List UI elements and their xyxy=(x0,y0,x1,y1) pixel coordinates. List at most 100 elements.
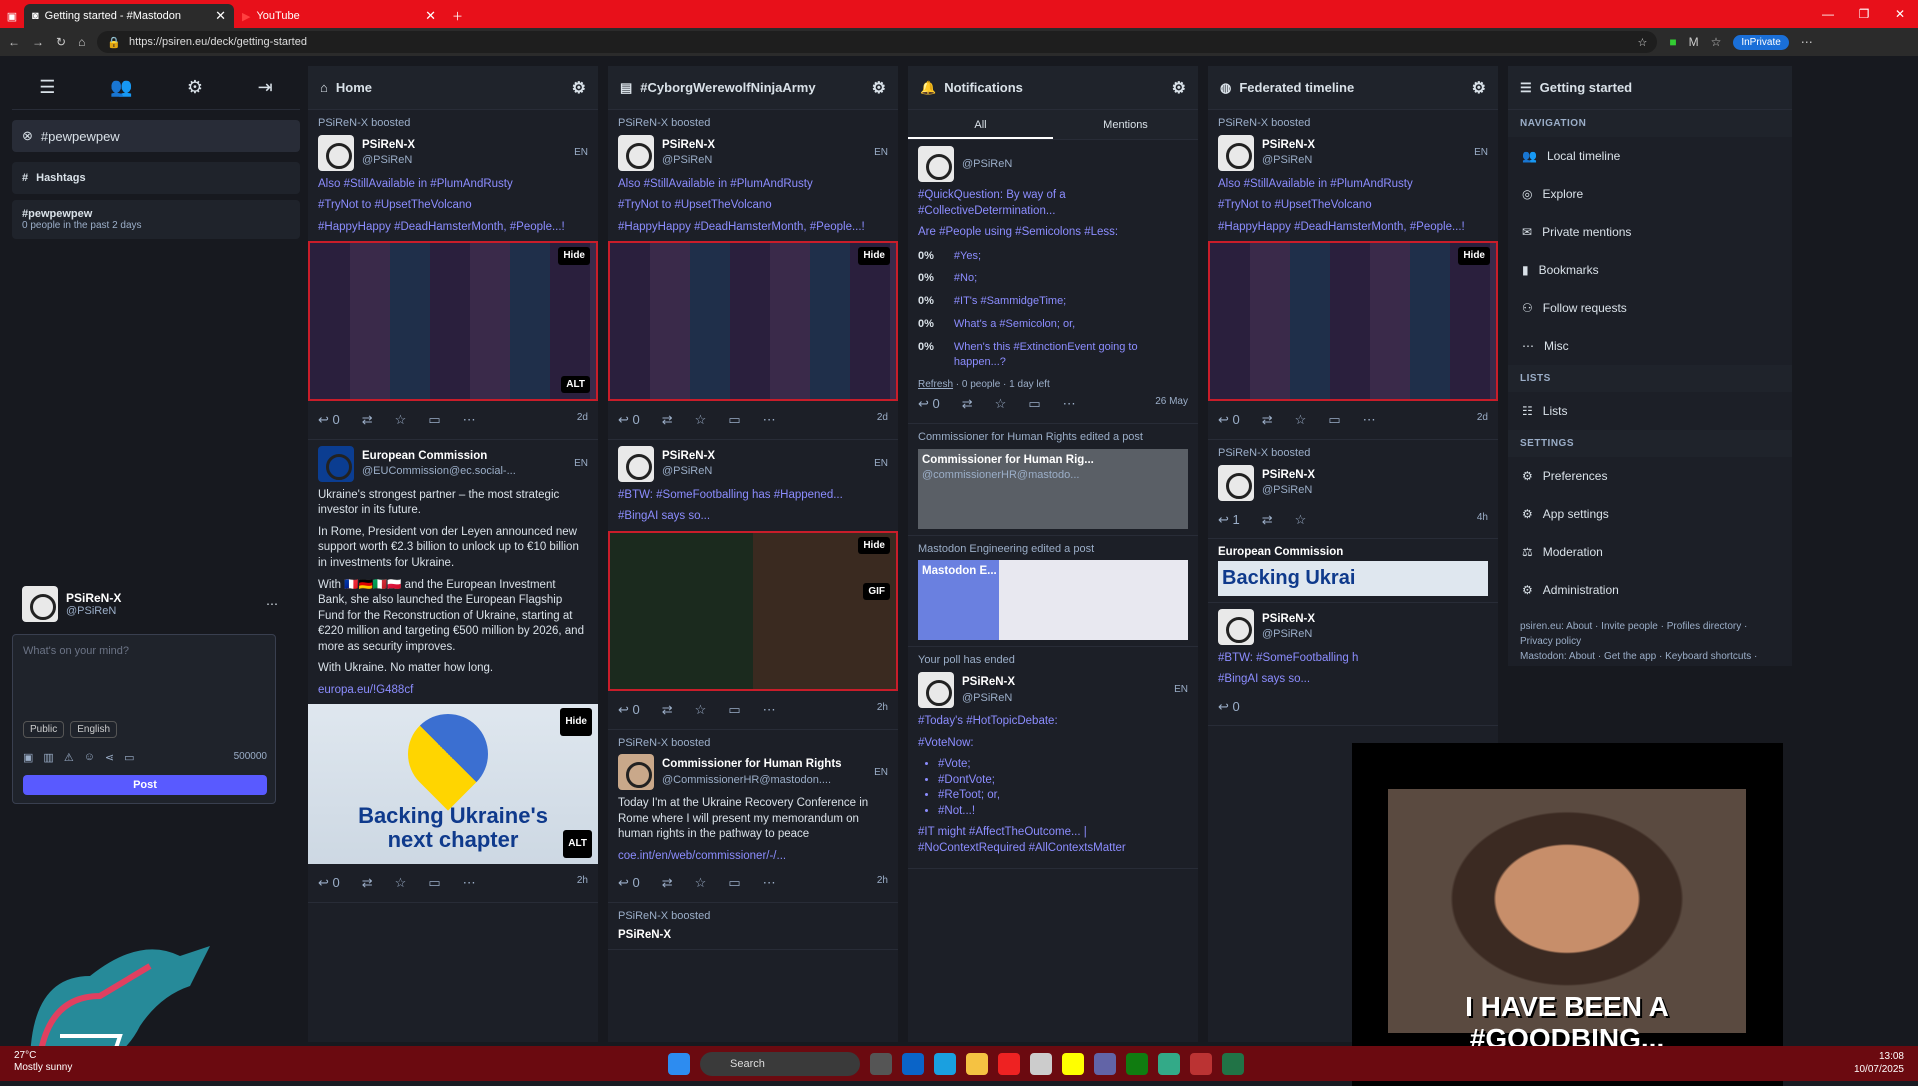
favourite-icon[interactable]: ☆ xyxy=(695,874,707,892)
bookmark-icon[interactable]: ▭ xyxy=(1028,395,1040,413)
clock[interactable]: 13:08 10/07/2025 xyxy=(1854,1050,1904,1076)
avatar[interactable] xyxy=(1218,608,1254,645)
boost-icon[interactable]: ⇄ xyxy=(662,701,673,719)
post-button[interactable]: Post xyxy=(23,775,267,795)
media-gallery[interactable]: Hide ALT xyxy=(308,241,598,402)
home-icon[interactable]: ⌂ xyxy=(78,35,85,49)
boost-icon[interactable]: ⇄ xyxy=(362,874,373,892)
column-header[interactable]: ◍ Federated timeline ⚙ xyxy=(1208,66,1498,110)
display-name[interactable]: PSiReN-X xyxy=(362,138,415,154)
app-icon[interactable] xyxy=(1062,1053,1084,1075)
display-name[interactable]: PSiReN-X xyxy=(662,138,715,154)
reply-icon[interactable]: ↩ 0 xyxy=(618,874,640,892)
media-gallery[interactable]: Hide xyxy=(608,241,898,402)
app-icon[interactable] xyxy=(1190,1053,1212,1075)
timestamp[interactable]: 26 May xyxy=(1155,395,1188,413)
bookmark-icon[interactable]: ▭ xyxy=(428,874,440,892)
language-button[interactable]: English xyxy=(70,721,118,738)
clear-icon[interactable]: ⊗ xyxy=(22,128,33,144)
column-settings-icon[interactable]: ⚙ xyxy=(1172,78,1186,98)
timestamp[interactable]: 2h xyxy=(877,701,888,719)
alt-badge[interactable]: ALT xyxy=(561,375,590,394)
weather-widget[interactable]: 27°C Mostly sunny xyxy=(14,1050,72,1074)
reply-icon[interactable]: ↩ 0 xyxy=(1218,698,1240,716)
avatar[interactable] xyxy=(918,672,954,709)
extension-icon[interactable]: M xyxy=(1689,35,1699,49)
browser-tab[interactable]: ▶ YouTube ✕ xyxy=(234,4,444,28)
status[interactable]: PSiReN-X boosted PSiReN-X xyxy=(608,903,898,951)
alt-badge[interactable]: ALT xyxy=(563,830,592,859)
display-name[interactable]: PSiReN-X xyxy=(1262,468,1315,484)
new-tab-icon[interactable]: ＋ xyxy=(444,4,468,28)
status[interactable]: PSiReN-X boosted PSiReN-X @PSiReN EN Also… xyxy=(308,110,598,440)
menu-item-app-settings[interactable]: ⚙ App settings xyxy=(1508,495,1792,533)
menu-item-local-timeline[interactable]: 👥 Local timeline xyxy=(1508,137,1792,175)
poll-icon[interactable]: ▥ xyxy=(43,751,53,764)
hide-button[interactable]: Hide xyxy=(558,247,590,265)
status-link[interactable]: europa.eu/!G488cf xyxy=(318,683,588,699)
excel-icon[interactable] xyxy=(1222,1053,1244,1075)
reply-icon[interactable]: ↩ 0 xyxy=(1218,411,1240,429)
bookmark-icon[interactable]: ▭ xyxy=(1328,411,1340,429)
task-view-icon[interactable] xyxy=(870,1053,892,1075)
more-icon[interactable]: ⋯ xyxy=(1801,35,1813,49)
timestamp[interactable]: 2h xyxy=(877,874,888,892)
boost-icon[interactable]: ⇄ xyxy=(1262,411,1273,429)
inprivate-badge[interactable]: InPrivate xyxy=(1733,34,1789,50)
display-name[interactable]: PSiReN-X xyxy=(618,928,888,944)
display-name[interactable]: PSiReN-X xyxy=(662,449,715,465)
visibility-button[interactable]: Public xyxy=(23,721,65,738)
display-name[interactable]: PSiReN-X xyxy=(1262,612,1315,628)
menu-item-follow-requests[interactable]: ⚇ Follow requests xyxy=(1508,289,1792,327)
more-icon[interactable]: ⋯ xyxy=(763,701,776,719)
taskbar-search[interactable]: Search xyxy=(700,1052,860,1076)
compose-textarea[interactable]: What's on your mind? Public English ▣ ▥ … xyxy=(12,634,276,804)
browser-menu-icon[interactable]: ▣ xyxy=(0,4,24,28)
more-icon[interactable]: ⋯ xyxy=(1063,395,1076,413)
file-explorer-icon[interactable] xyxy=(966,1053,988,1075)
display-name[interactable]: Commissioner for Human Rights xyxy=(662,757,842,773)
favorite-star-icon[interactable]: ☆ xyxy=(1637,36,1647,49)
favourite-icon[interactable]: ☆ xyxy=(395,411,407,429)
timestamp[interactable]: 2d xyxy=(577,411,588,429)
avatar[interactable] xyxy=(618,445,654,482)
menu-item-bookmarks[interactable]: ▮ Bookmarks xyxy=(1508,251,1792,289)
reply-icon[interactable]: ↩ 0 xyxy=(918,395,940,413)
edge-icon[interactable] xyxy=(934,1053,956,1075)
avatar[interactable] xyxy=(1218,464,1254,501)
status[interactable]: PSiReN-X boosted PSiReN-X @PSiReN EN Also… xyxy=(1208,110,1498,440)
hide-button[interactable]: Hide xyxy=(560,708,592,737)
refresh-link[interactable]: Refresh xyxy=(918,379,953,390)
settings-icon[interactable]: ⚙ xyxy=(187,77,203,98)
more-icon[interactable]: ⋯ xyxy=(463,874,476,892)
favourite-icon[interactable]: ☆ xyxy=(1295,511,1307,529)
media-gallery[interactable]: Hide GIF xyxy=(608,530,898,691)
status[interactable]: PSiReN-X @PSiReN #BTW: #SomeFootballing h… xyxy=(1208,603,1498,727)
menu-item-moderation[interactable]: ⚖ Moderation xyxy=(1508,533,1792,571)
image-icon[interactable]: ▣ xyxy=(23,751,33,764)
timestamp[interactable]: 2d xyxy=(1477,411,1488,429)
favourite-icon[interactable]: ☆ xyxy=(695,701,707,719)
column-header[interactable]: ☰ Getting started xyxy=(1508,66,1792,110)
app-icon[interactable] xyxy=(998,1053,1020,1075)
more-icon[interactable]: ⋯ xyxy=(763,874,776,892)
outlook-icon[interactable] xyxy=(902,1053,924,1075)
hide-button[interactable]: Hide xyxy=(858,247,890,265)
display-name[interactable]: European Commission xyxy=(1218,545,1488,561)
refresh-icon[interactable]: ↻ xyxy=(56,35,66,49)
display-name[interactable]: PSiReN-X xyxy=(962,675,1015,691)
reply-icon[interactable]: ↩ 0 xyxy=(318,411,340,429)
status[interactable]: @PSiReN #QuickQuestion: By way of a #Col… xyxy=(908,140,1198,424)
menu-item-misc[interactable]: ⋯ Misc xyxy=(1508,327,1792,365)
media-gallery[interactable]: Hide xyxy=(1208,241,1498,402)
hide-button[interactable]: Hide xyxy=(858,536,890,555)
avatar[interactable] xyxy=(918,146,954,182)
avatar[interactable] xyxy=(618,134,654,171)
close-window-icon[interactable]: ✕ xyxy=(1882,0,1918,28)
column-header[interactable]: 🔔 Notifications ⚙ xyxy=(908,66,1198,110)
avatar[interactable] xyxy=(318,134,354,171)
timestamp[interactable]: 2d xyxy=(877,411,888,429)
bookmark-icon[interactable]: ▭ xyxy=(728,701,740,719)
media-image[interactable]: Backing Ukraine's next chapter Hide ALT xyxy=(308,697,598,865)
bookmark-icon[interactable]: ▭ xyxy=(124,751,134,764)
